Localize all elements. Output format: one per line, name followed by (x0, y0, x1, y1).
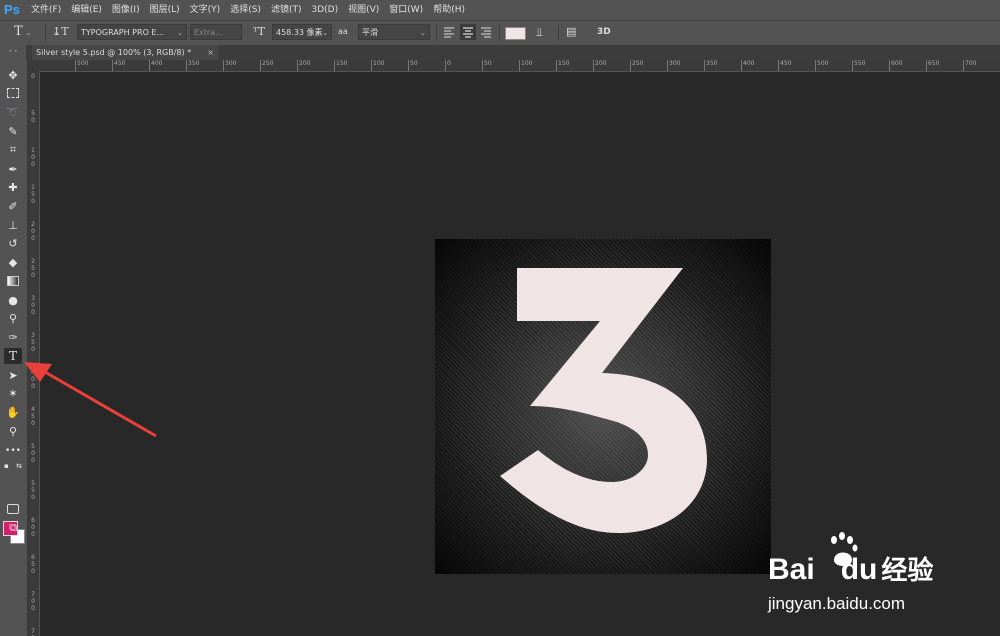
watermark-url: jingyan.baidu.com (768, 594, 906, 613)
baidu-watermark: Bai du 经验 jingyan.baidu.com (768, 528, 998, 628)
paw-icon (831, 532, 858, 566)
